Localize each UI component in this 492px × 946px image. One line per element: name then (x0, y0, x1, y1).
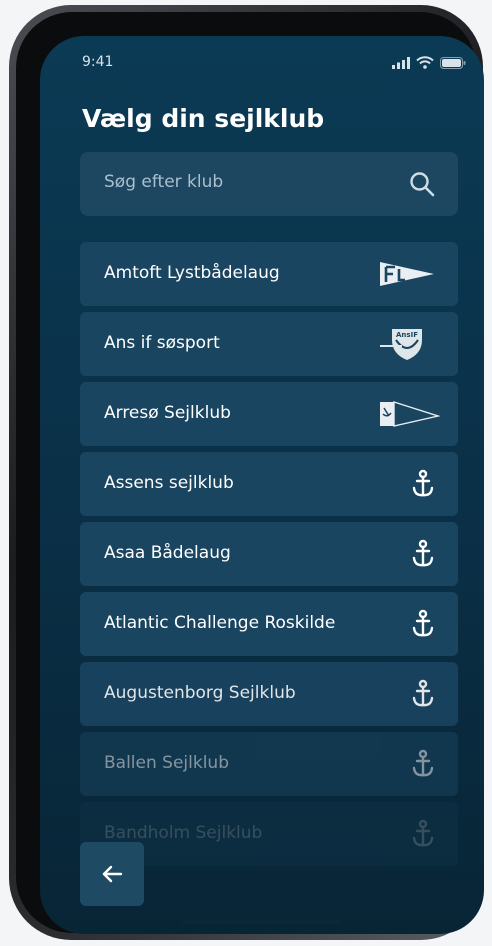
club-name: Bandholm Sejlklub (104, 823, 263, 843)
club-list-item[interactable]: Amtoft Lystbådelaug (80, 242, 458, 306)
club-name: Amtoft Lystbådelaug (104, 263, 280, 283)
anchor-icon (412, 469, 434, 497)
anchor-icon (412, 749, 434, 777)
shield-logo-icon: AnsIF (380, 329, 422, 360)
club-name: Assens sejlklub (104, 473, 234, 493)
club-list-item[interactable]: Augustenborg Sejlklub (80, 662, 458, 726)
status-icons (392, 56, 466, 69)
club-list-item[interactable]: Assens sejlklub (80, 452, 458, 516)
club-name: Arresø Sejlklub (104, 403, 231, 423)
pennant-anchor-logo-icon (380, 401, 440, 427)
club-list-item[interactable]: Atlantic Challenge Roskilde (80, 592, 458, 656)
search-placeholder[interactable]: Søg efter klub (104, 172, 223, 192)
club-name: Augustenborg Sejlklub (104, 683, 296, 703)
status-bar: 9:41 (82, 54, 466, 78)
club-list-item[interactable]: Ans if søsport AnsIF (80, 312, 458, 376)
page-title: Vælg din sejlklub (82, 104, 325, 133)
anchor-icon (412, 819, 434, 847)
wifi-icon (416, 56, 434, 69)
club-name: Ans if søsport (104, 333, 220, 353)
club-list-item[interactable]: Asaa Bådelaug (80, 522, 458, 586)
status-time: 9:41 (82, 54, 114, 70)
club-name: Atlantic Challenge Roskilde (104, 613, 336, 633)
home-indicator (182, 919, 342, 924)
search-input[interactable]: Søg efter klub (80, 152, 458, 216)
club-name: Ballen Sejlklub (104, 753, 229, 773)
back-button[interactable] (80, 842, 144, 906)
phone-bezel: 9:41 Vælg din sejlklub Søg efter klub Am… (16, 12, 484, 934)
search-icon[interactable] (408, 170, 436, 198)
app-screen: 9:41 Vælg din sejlklub Søg efter klub Am… (40, 36, 484, 934)
svg-text:AnsIF: AnsIF (396, 331, 418, 339)
arrow-left-icon (102, 865, 123, 883)
anchor-icon (412, 679, 434, 707)
anchor-icon (412, 539, 434, 567)
cellular-signal-icon (392, 56, 410, 69)
club-name: Asaa Bådelaug (104, 543, 231, 563)
battery-icon (440, 56, 466, 69)
phone-frame: 9:41 Vælg din sejlklub Søg efter klub Am… (9, 5, 484, 940)
club-list-item[interactable]: Ballen Sejlklub (80, 732, 458, 796)
pennant-logo-icon (380, 262, 434, 286)
club-list-item[interactable]: Arresø Sejlklub (80, 382, 458, 446)
anchor-icon (412, 609, 434, 637)
